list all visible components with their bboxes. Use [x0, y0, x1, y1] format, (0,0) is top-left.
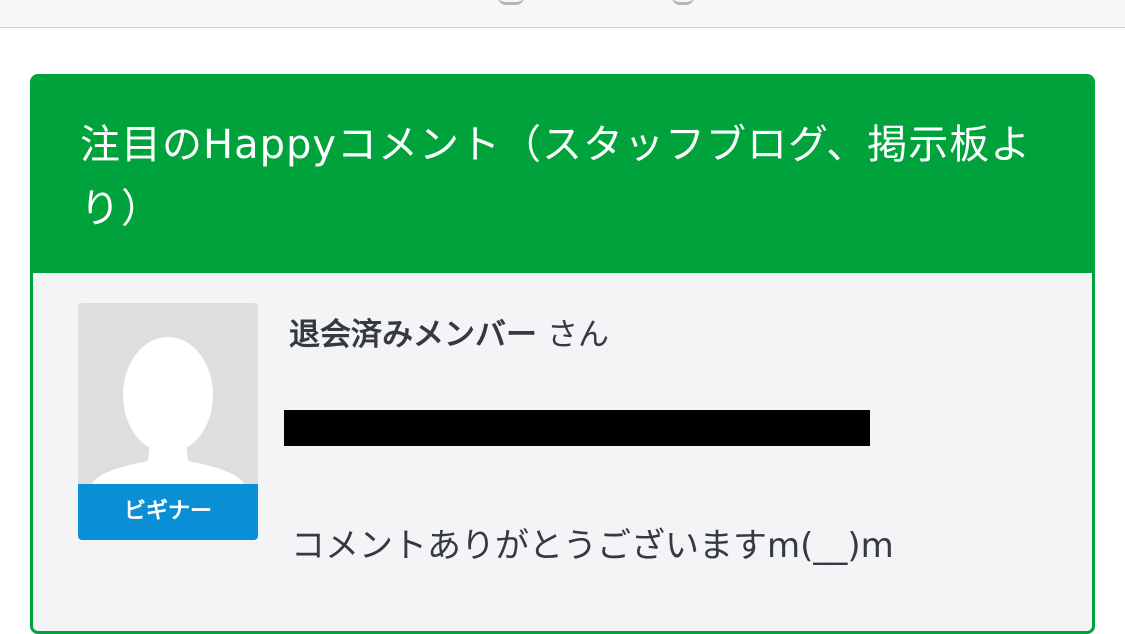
panel-title: 注目のHappyコメント（スタッフブログ、掲示板より）	[80, 122, 1032, 232]
panel-header: 注目のHappyコメント（スタッフブログ、掲示板より）	[33, 77, 1092, 273]
author-name[interactable]: 退会済みメンバー	[289, 317, 537, 353]
cropped-nav-glyph	[498, 0, 524, 5]
happy-comments-panel: 注目のHappyコメント（スタッフブログ、掲示板より） ビギナー 退会済みメンバ…	[30, 74, 1095, 634]
comment-author: 退会済みメンバー さん	[289, 311, 609, 359]
redacted-text-block	[284, 410, 870, 446]
level-badge: ビギナー	[78, 484, 258, 540]
comment-text: コメントありがとうございますm(__)m	[291, 526, 894, 566]
top-navigation-bar	[0, 0, 1125, 28]
cropped-nav-glyph	[672, 0, 694, 5]
avatar[interactable]: ビギナー	[78, 303, 258, 540]
author-honorific: さん	[547, 317, 609, 353]
